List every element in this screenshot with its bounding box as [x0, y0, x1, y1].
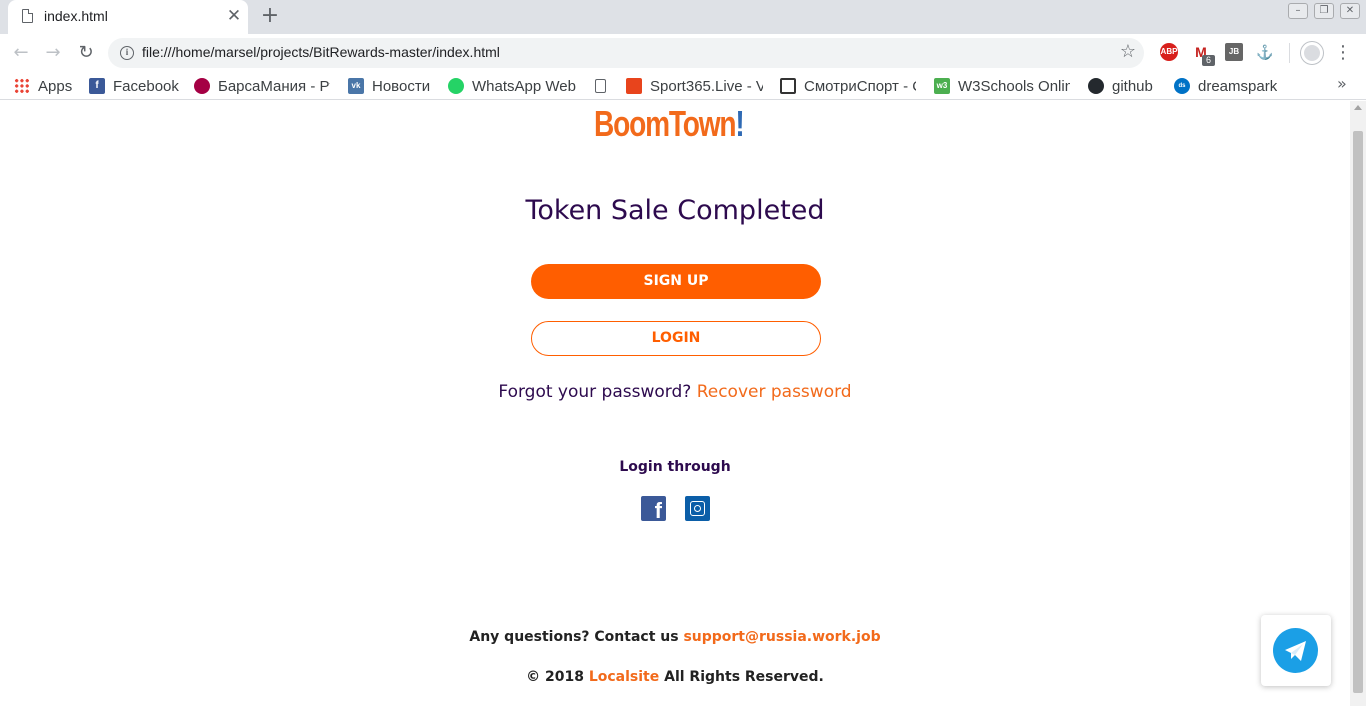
- telegram-icon: [1273, 628, 1318, 673]
- github-icon: [1088, 78, 1104, 94]
- tab-strip: index.html ✕ + – ❐ ✕: [0, 0, 1366, 34]
- contact-line: Any questions? Contact us support@russia…: [0, 629, 1350, 645]
- bookmarks-bar: Apps f Facebook БарсаМания - Ру vk Новос…: [0, 72, 1366, 100]
- logo-text: BoomTown: [594, 103, 737, 144]
- dreamspark-icon: ds: [1174, 78, 1190, 94]
- bookmark-sport365[interactable]: Sport365.Live - V: [626, 76, 763, 96]
- bookmark-smotrisport[interactable]: СмотриСпорт - С: [780, 76, 916, 96]
- page-title: Token Sale Completed: [525, 195, 825, 226]
- back-button[interactable]: ←: [8, 40, 34, 66]
- forward-button[interactable]: →: [40, 40, 66, 66]
- facebook-login-icon[interactable]: f: [641, 496, 666, 521]
- copyright-prefix: © 2018: [526, 669, 584, 685]
- telegram-widget[interactable]: [1261, 615, 1331, 686]
- bookmark-label: github: [1112, 77, 1153, 95]
- toolbar-divider: [1289, 43, 1290, 63]
- info-icon[interactable]: i: [120, 46, 134, 60]
- restore-button[interactable]: ❐: [1314, 3, 1334, 19]
- bookmark-label: Sport365.Live - V: [650, 77, 763, 95]
- bookmark-label: СмотриСпорт - С: [804, 77, 916, 95]
- w3schools-icon: w3: [934, 78, 950, 94]
- recover-password-link[interactable]: Recover password: [697, 382, 852, 402]
- bookmark-label: dreamspark: [1198, 77, 1278, 95]
- forgot-password-text: Forgot your password?: [498, 382, 692, 402]
- sign-up-button[interactable]: SIGN UP: [531, 264, 821, 299]
- scrollbar-thumb[interactable]: [1353, 131, 1363, 693]
- facebook-icon: f: [89, 78, 105, 94]
- tab-index-html[interactable]: index.html ✕: [8, 0, 248, 34]
- logo-bang: !: [735, 103, 744, 144]
- address-bar[interactable]: i file:///home/marsel/projects/BitReward…: [108, 38, 1144, 68]
- bookmark-w3schools[interactable]: w3 W3Schools Onlin: [934, 76, 1070, 96]
- bookmark-apps[interactable]: Apps: [14, 76, 72, 96]
- apps-grid-icon: [14, 78, 30, 94]
- gmail-unread-badge: 6: [1202, 55, 1215, 66]
- window-close-button[interactable]: ✕: [1340, 3, 1360, 19]
- bookmark-facebook[interactable]: f Facebook: [89, 76, 179, 96]
- localsite-link[interactable]: Localsite: [589, 669, 659, 685]
- url-text[interactable]: file:///home/marsel/projects/BitRewards-…: [142, 44, 500, 60]
- tab-close-button[interactable]: ✕: [225, 6, 243, 26]
- profile-avatar-icon[interactable]: [1301, 42, 1323, 64]
- bookmark-vk-novosti[interactable]: vk Новости: [348, 76, 430, 96]
- new-tab-button[interactable]: +: [259, 4, 281, 28]
- bookmarks-overflow-button[interactable]: »: [1337, 74, 1347, 93]
- jb-icon[interactable]: JB: [1225, 43, 1243, 61]
- bookmark-label: БарсаМания - Ру: [218, 77, 330, 95]
- copyright-line: © 2018 Localsite All Rights Reserved.: [0, 669, 1350, 685]
- sport365-icon: [626, 78, 642, 94]
- bookmark-whatsapp[interactable]: WhatsApp Web: [448, 76, 576, 96]
- bookmark-label: Apps: [38, 77, 73, 95]
- contact-text: Any questions? Contact us: [469, 629, 679, 645]
- bookmark-github[interactable]: github: [1088, 76, 1153, 96]
- page-viewport: BoomTown! Token Sale Completed SIGN UP L…: [0, 101, 1350, 706]
- bookmark-label: WhatsApp Web: [472, 77, 576, 95]
- login-through-label: Login through: [619, 459, 731, 475]
- whatsapp-icon: [448, 78, 464, 94]
- bookmark-star-icon[interactable]: ☆: [1120, 41, 1136, 62]
- file-icon: [22, 9, 33, 23]
- bookmark-label: Facebook: [113, 77, 179, 95]
- support-email-link[interactable]: support@russia.work.job: [683, 629, 880, 645]
- scroll-up-arrow-icon[interactable]: [1354, 105, 1362, 110]
- tab-title: index.html: [44, 8, 108, 24]
- minimize-button[interactable]: –: [1288, 3, 1308, 19]
- bookmark-dreamspark[interactable]: ds dreamspark: [1174, 76, 1277, 96]
- vk-icon: vk: [348, 78, 364, 94]
- reload-button[interactable]: ↻: [73, 40, 99, 66]
- instagram-login-icon[interactable]: [685, 496, 710, 521]
- boomtown-logo[interactable]: BoomTown!: [594, 103, 745, 145]
- barsamania-icon: [194, 78, 210, 94]
- bookmark-label: W3Schools Onlin: [958, 77, 1070, 95]
- abp-icon[interactable]: ABP: [1160, 43, 1178, 61]
- browser-toolbar: ← → ↻ i file:///home/marsel/projects/Bit…: [0, 34, 1366, 72]
- page-scrollbar[interactable]: [1350, 101, 1366, 706]
- bookmark-barsamania[interactable]: БарсаМания - Ру: [194, 76, 330, 96]
- copyright-suffix: All Rights Reserved.: [664, 669, 824, 685]
- forgot-password-line: Forgot your password? Recover password: [0, 382, 1350, 402]
- login-button[interactable]: LOGIN: [531, 321, 821, 356]
- blank-page-icon[interactable]: [595, 76, 611, 96]
- smotrisport-icon: [780, 78, 796, 94]
- browser-menu-icon[interactable]: ⋮: [1334, 40, 1352, 66]
- ship-icon[interactable]: ⚓: [1256, 43, 1274, 61]
- bookmark-label: Новости: [372, 77, 431, 95]
